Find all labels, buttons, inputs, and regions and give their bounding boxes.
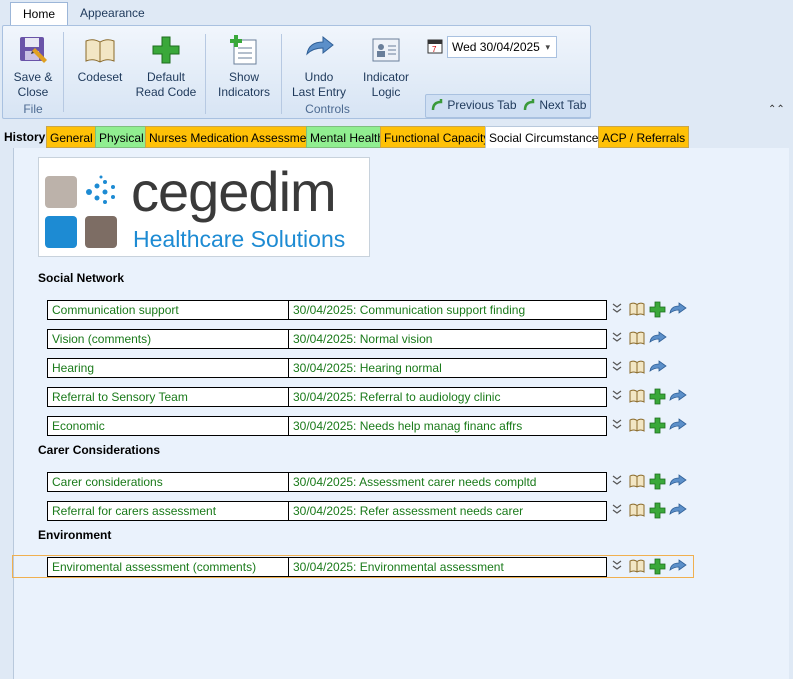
logo-dots-icon xyxy=(86,175,115,204)
table-row[interactable]: Hearing 30/04/2025: Hearing normal xyxy=(47,358,607,378)
show-indicators-label: Show Indicators xyxy=(217,70,271,99)
undo-icon[interactable] xyxy=(649,331,667,345)
undo-last-entry-button[interactable]: Undo Last Entry xyxy=(291,34,347,100)
row-actions xyxy=(609,416,691,436)
row-label: Economic xyxy=(48,417,289,435)
undo-icon[interactable] xyxy=(669,474,687,488)
file-group: Save & Close File xyxy=(3,28,63,117)
undo-icon[interactable] xyxy=(669,389,687,403)
table-row[interactable]: Communication support 30/04/2025: Commun… xyxy=(47,300,607,320)
section-title-social-network: Social Network xyxy=(38,271,125,285)
undo-icon[interactable] xyxy=(669,559,687,573)
save-close-button[interactable]: Save & Close xyxy=(9,34,57,100)
logo-square xyxy=(85,216,117,248)
indicator-logic-icon xyxy=(372,38,400,62)
undo-icon xyxy=(306,35,334,56)
collapse-ribbon-icon[interactable]: ⌃⌃ xyxy=(768,104,785,115)
undo-icon[interactable] xyxy=(649,360,667,374)
row-value[interactable]: 30/04/2025: Referral to audiology clinic xyxy=(293,388,500,406)
row-actions xyxy=(609,358,691,378)
logo-square xyxy=(45,216,77,248)
table-row[interactable]: Carer considerations 30/04/2025: Assessm… xyxy=(47,472,607,492)
next-tab-button[interactable]: Next Tab xyxy=(522,98,586,112)
row-label: Carer considerations xyxy=(48,473,289,491)
row-value[interactable]: 30/04/2025: Communication support findin… xyxy=(293,301,525,319)
codeset-button[interactable]: Codeset xyxy=(75,34,125,85)
undo-icon[interactable] xyxy=(669,302,687,316)
undo-icon[interactable] xyxy=(669,418,687,432)
save-close-label: Save & Close xyxy=(13,70,53,99)
chevron-down-icon[interactable]: ▾ xyxy=(545,37,550,57)
tab-physical[interactable]: Physical xyxy=(95,126,148,148)
ribbon-tab-bar: Home Appearance xyxy=(0,0,793,26)
row-value[interactable]: 30/04/2025: Hearing normal xyxy=(293,359,442,377)
tab-nurses-medication-assessment[interactable]: Nurses Medication Assessment xyxy=(145,126,321,148)
previous-tab-label: Previous Tab xyxy=(447,98,517,112)
undo-last-entry-label: Undo Last Entry xyxy=(291,70,347,99)
section-title-environment: Environment xyxy=(38,528,112,542)
row-label: Hearing xyxy=(48,359,289,377)
row-label: Enviromental assessment (comments) xyxy=(48,558,289,576)
indicator-logic-label: Indicator Logic xyxy=(362,70,410,99)
row-value[interactable]: 30/04/2025: Normal vision xyxy=(293,330,432,348)
tab-acp-referrals[interactable]: ACP / Referrals xyxy=(598,126,690,148)
table-row[interactable]: Vision (comments) 30/04/2025: Normal vis… xyxy=(47,329,607,349)
tab-history[interactable]: History xyxy=(1,126,48,148)
previous-tab-button[interactable]: Previous Tab xyxy=(430,98,517,112)
indicator-logic-button[interactable]: Indicator Logic xyxy=(357,34,415,100)
table-row[interactable]: Referral to Sensory Team 30/04/2025: Ref… xyxy=(47,387,607,407)
date-picker[interactable]: Wed 30/04/2025 ▾ xyxy=(447,36,557,58)
row-label: Referral for carers assessment xyxy=(48,502,289,520)
file-group-label: File xyxy=(23,102,43,116)
svg-text:7: 7 xyxy=(432,45,437,54)
tab-social-circumstances[interactable]: Social Circumstances xyxy=(485,126,609,148)
form-tab-bar: History General Physical Nurses Medicati… xyxy=(0,126,793,148)
row-actions xyxy=(609,300,691,320)
tab-functional-capacity[interactable]: Functional Capacity xyxy=(380,126,494,148)
row-value[interactable]: 30/04/2025: Assessment carer needs compl… xyxy=(293,473,536,491)
section-title-carer-considerations: Carer Considerations xyxy=(38,443,161,457)
default-read-code-label: Default Read Code xyxy=(135,70,197,99)
tab-mental-health[interactable]: Mental Health xyxy=(306,126,389,148)
plus-icon xyxy=(152,36,180,64)
date-value: Wed 30/04/2025 xyxy=(452,40,540,54)
logo-square xyxy=(45,176,77,208)
next-tab-label: Next Tab xyxy=(539,98,587,112)
table-row[interactable]: Referral for carers assessment 30/04/202… xyxy=(47,501,607,521)
row-label: Communication support xyxy=(48,301,289,319)
row-value[interactable]: 30/04/2025: Environmental assessment xyxy=(293,558,504,576)
table-row[interactable]: Economic 30/04/2025: Needs help manag fi… xyxy=(47,416,607,436)
undo-icon[interactable] xyxy=(669,503,687,517)
row-value[interactable]: 30/04/2025: Needs help manag financ affr… xyxy=(293,417,522,435)
tab-general[interactable]: General xyxy=(46,126,97,148)
default-read-code-button[interactable]: Default Read Code xyxy=(135,34,197,100)
row-actions xyxy=(609,329,691,349)
row-label: Referral to Sensory Team xyxy=(48,388,289,406)
save-icon xyxy=(20,37,47,63)
table-row[interactable]: Enviromental assessment (comments) 30/04… xyxy=(47,557,607,577)
row-actions xyxy=(609,557,691,577)
previous-arrow-icon xyxy=(431,99,443,111)
tab-navigation: Previous Tab Next Tab xyxy=(425,94,591,118)
codeset-label: Codeset xyxy=(77,70,123,84)
calendar-icon: 7 xyxy=(427,39,443,54)
show-indicators-button[interactable]: Show Indicators xyxy=(215,34,273,100)
row-label: Vision (comments) xyxy=(48,330,289,348)
tab-home[interactable]: Home xyxy=(10,2,69,26)
ribbon: Save & Close File Codeset Default Read C… xyxy=(2,25,591,119)
separator xyxy=(63,32,64,112)
row-value[interactable]: 30/04/2025: Refer assessment needs carer xyxy=(293,502,523,520)
row-actions xyxy=(609,501,691,521)
next-arrow-icon xyxy=(523,99,535,111)
tab-appearance[interactable]: Appearance xyxy=(68,2,157,26)
logo-subtitle: Healthcare Solutions xyxy=(133,226,346,252)
row-actions xyxy=(609,387,691,407)
book-icon xyxy=(85,39,115,63)
row-actions xyxy=(609,472,691,492)
cegedim-logo: cegedim Healthcare Solutions xyxy=(38,157,370,257)
indicators-icon xyxy=(230,35,257,65)
logo-brand: cegedim xyxy=(131,160,337,223)
